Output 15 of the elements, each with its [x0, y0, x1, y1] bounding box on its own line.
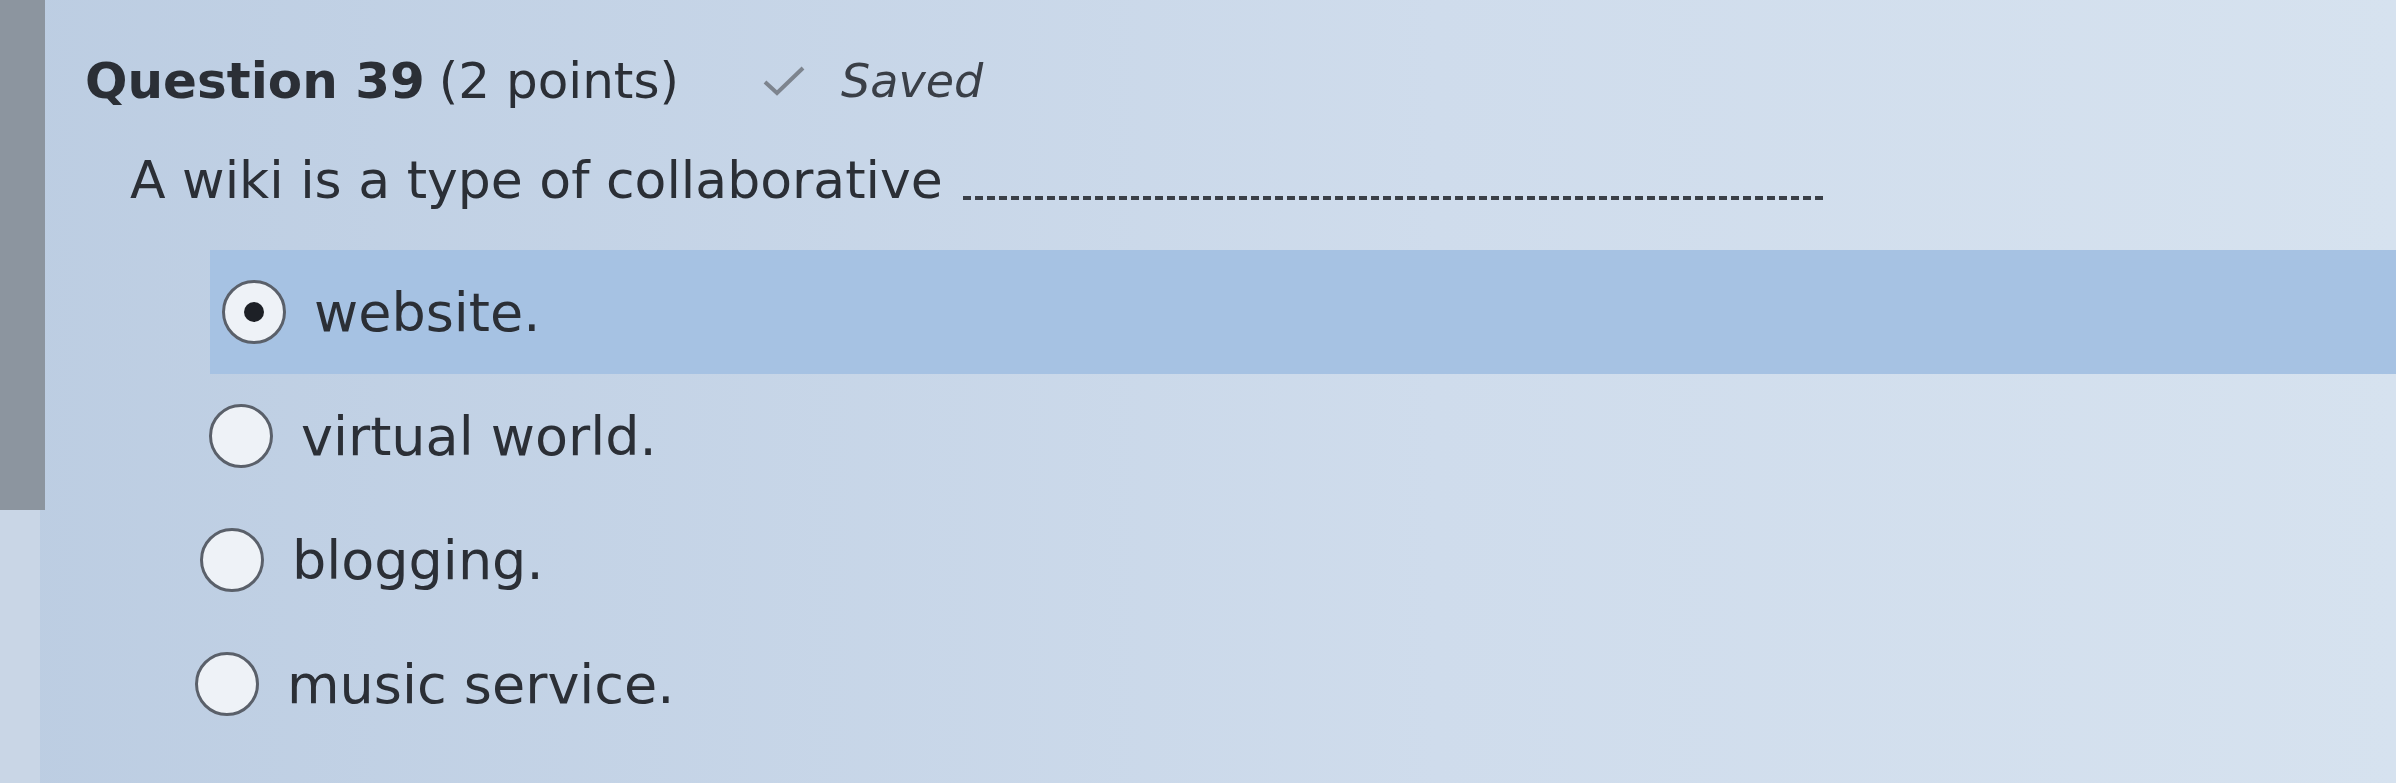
question-title: Question 39	[85, 52, 425, 110]
question-points: (2 points)	[438, 52, 680, 110]
answer-option[interactable]: virtual world.	[205, 374, 2396, 498]
answer-label: blogging.	[292, 528, 544, 592]
saved-status: Saved	[841, 54, 984, 108]
radio-button[interactable]	[195, 652, 259, 716]
answer-label: website.	[314, 280, 541, 344]
answer-label: virtual world.	[301, 404, 657, 468]
answer-option[interactable]: music service.	[195, 622, 2396, 746]
answer-label: music service.	[287, 652, 675, 716]
answer-option[interactable]: blogging.	[200, 498, 2396, 622]
radio-button[interactable]	[200, 528, 264, 592]
radio-button[interactable]	[222, 280, 286, 344]
question-text: A wiki is a type of collaborative	[130, 150, 943, 210]
answer-option[interactable]: website.	[210, 250, 2396, 374]
